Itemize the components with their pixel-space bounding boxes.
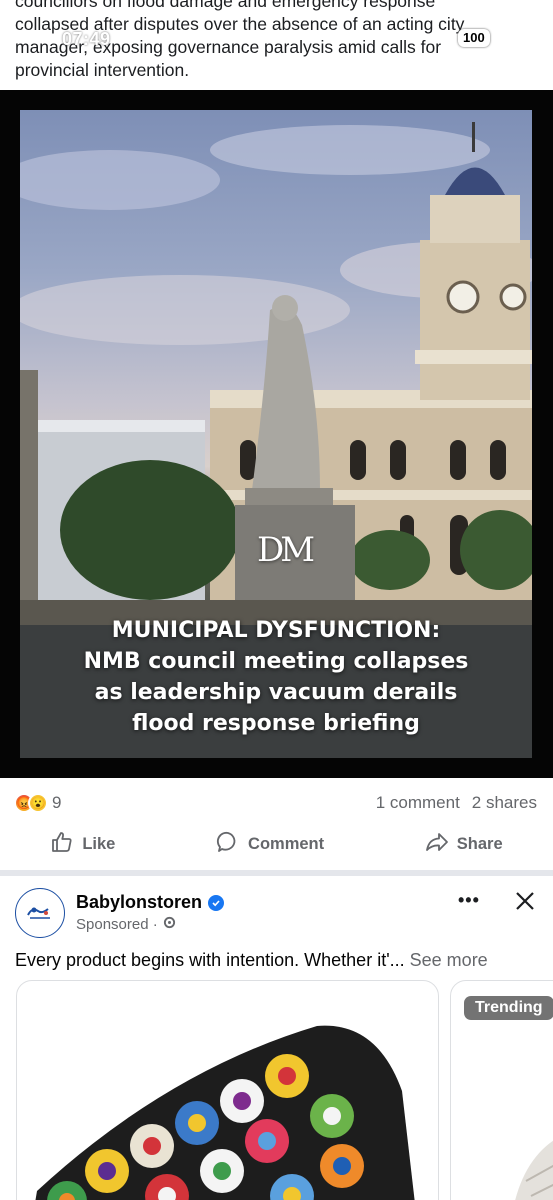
post-text-line: provincial intervention. bbox=[15, 60, 190, 80]
post-image-frame[interactable]: DM MUNICIPAL DYSFUNCTION: NMB council me… bbox=[0, 90, 553, 778]
post-text-line: councillors on flood damage and emergenc… bbox=[15, 0, 436, 11]
more-icon[interactable]: ••• bbox=[458, 890, 480, 911]
share-count-link[interactable]: 2 shares bbox=[472, 793, 537, 813]
globe-icon bbox=[163, 916, 176, 933]
advertiser-name[interactable]: Babylonstoren bbox=[76, 892, 225, 913]
ad-text-body: Every product begins with intention. Whe… bbox=[15, 950, 405, 970]
share-arrow-icon bbox=[425, 830, 449, 859]
image-headline: MUNICIPAL DYSFUNCTION: NMB council meeti… bbox=[20, 615, 532, 739]
trending-badge: Trending bbox=[464, 996, 553, 1020]
comment-label: Comment bbox=[248, 834, 325, 853]
see-more-link[interactable]: See more bbox=[410, 950, 488, 970]
headline-line: NMB council meeting collapses bbox=[83, 649, 469, 674]
headline-line: flood response briefing bbox=[132, 711, 420, 736]
headline-line: as leadership vacuum derails bbox=[94, 680, 458, 705]
comment-count-link[interactable]: 1 comment bbox=[376, 793, 460, 813]
reaction-summary[interactable]: 😡 😮 9 bbox=[14, 793, 61, 813]
wow-reaction-icon: 😮 bbox=[28, 793, 48, 813]
share-label: Share bbox=[456, 834, 503, 853]
engagement-stats: 1 comment 2 shares bbox=[376, 793, 537, 813]
share-button[interactable]: Share bbox=[425, 830, 503, 859]
feed-divider bbox=[0, 870, 553, 876]
crochet-blanket-image bbox=[35, 1025, 415, 1200]
advertiser-logo-icon bbox=[27, 907, 50, 919]
advertiser-name-text: Babylonstoren bbox=[76, 892, 203, 912]
status-time: 07:49 bbox=[62, 29, 111, 49]
comment-button[interactable]: Comment bbox=[216, 830, 324, 859]
post-actions: Like Comment Share bbox=[0, 820, 553, 868]
like-label: Like bbox=[82, 834, 116, 853]
verified-icon bbox=[208, 894, 225, 911]
like-button[interactable]: Like bbox=[50, 830, 115, 859]
sponsored-label: Sponsored · bbox=[76, 916, 176, 933]
headline-line: MUNICIPAL DYSFUNCTION: bbox=[111, 618, 441, 643]
status-icons: 100 bbox=[428, 29, 490, 47]
publisher-logo: DM bbox=[257, 530, 315, 570]
reaction-count: 9 bbox=[52, 793, 62, 812]
carousel-card[interactable] bbox=[16, 980, 439, 1200]
battery-icon: 100 bbox=[458, 29, 490, 47]
post-photo[interactable]: DM MUNICIPAL DYSFUNCTION: NMB council me… bbox=[20, 110, 532, 758]
advertiser-avatar[interactable] bbox=[15, 888, 65, 938]
comment-bubble-icon bbox=[216, 830, 240, 859]
sponsored-text: Sponsored · bbox=[76, 916, 158, 933]
wifi-icon bbox=[428, 29, 446, 47]
close-icon[interactable] bbox=[513, 889, 537, 913]
thumbs-up-icon bbox=[50, 830, 74, 859]
ad-text: Every product begins with intention. Whe… bbox=[15, 950, 488, 971]
